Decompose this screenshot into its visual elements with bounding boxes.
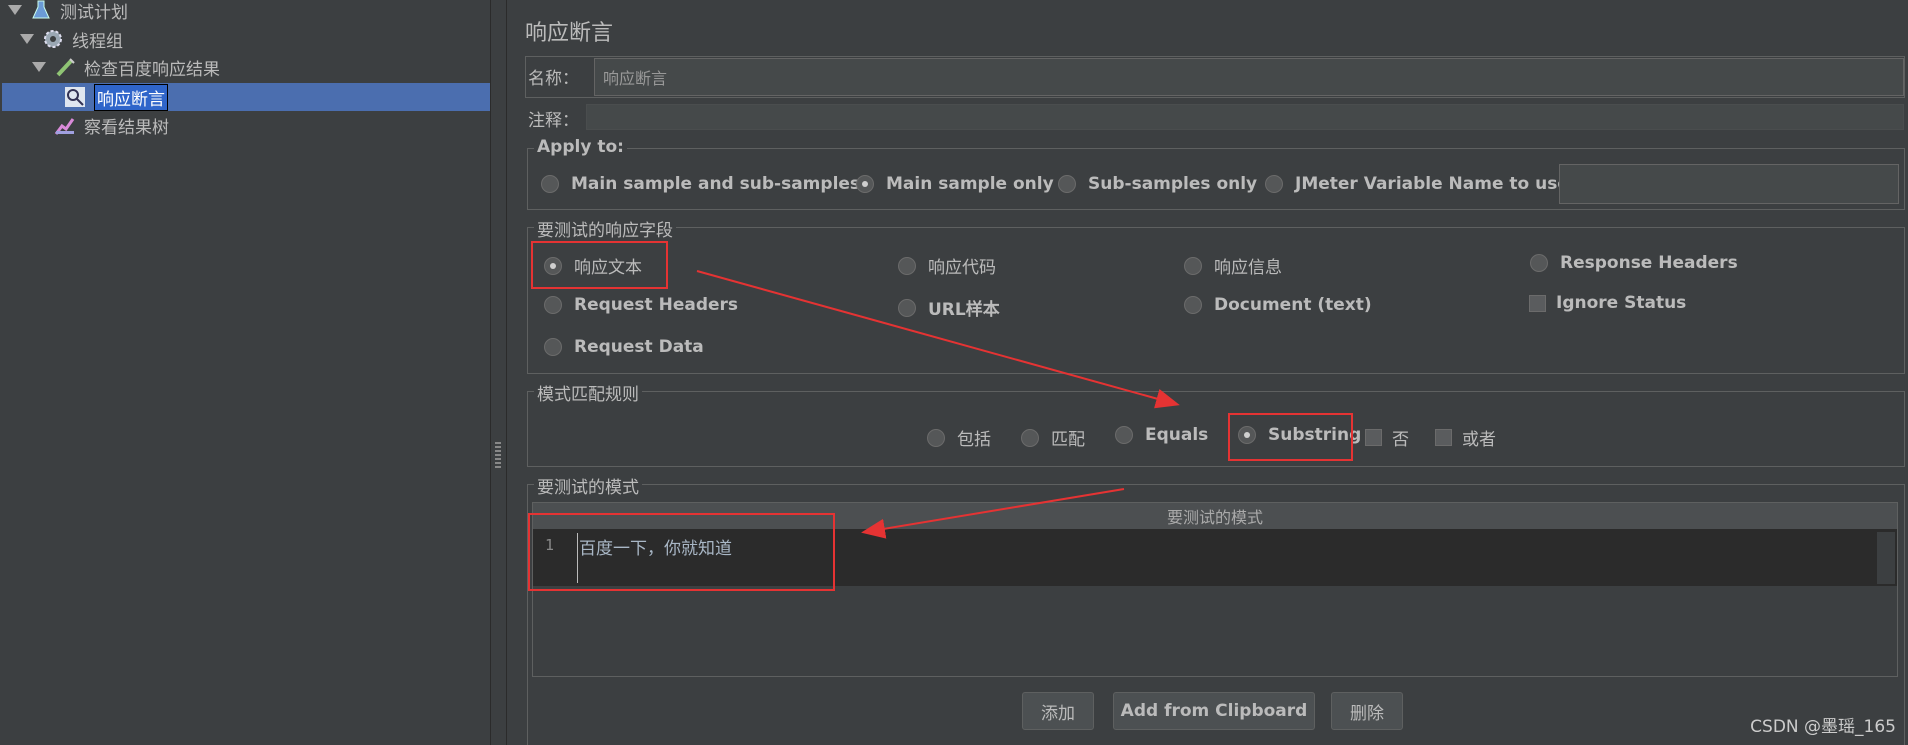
annotation-arrows	[696, 270, 1180, 539]
arrow-to-pattern	[861, 488, 1125, 539]
watermark: CSDN @墨瑶_165	[1750, 717, 1896, 737]
arrow-to-substring	[696, 270, 1180, 409]
